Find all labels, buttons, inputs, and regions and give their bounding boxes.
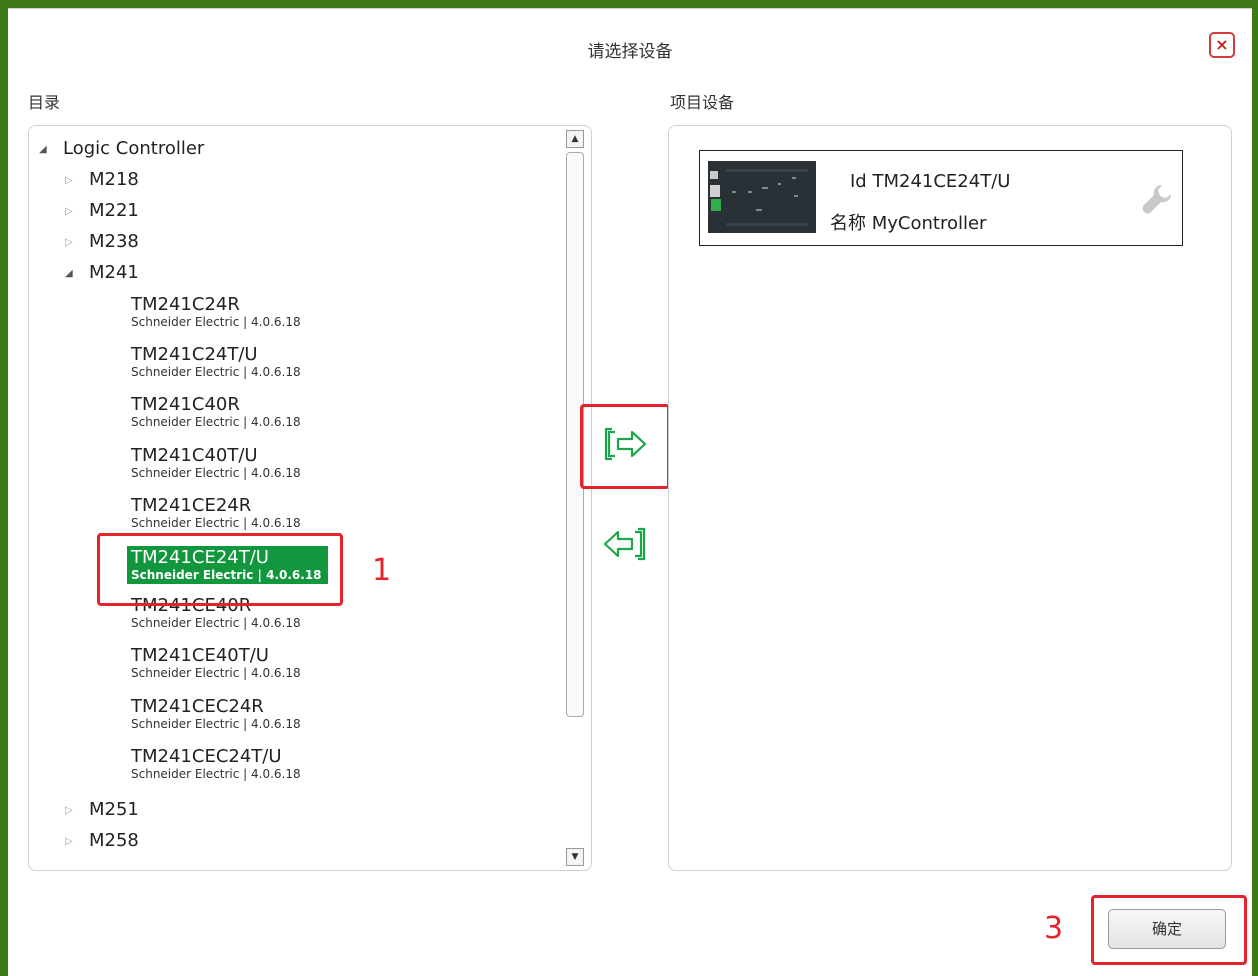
add-device-arrow-icon: [604, 427, 647, 461]
device-item-name: TM241C40T/U: [131, 444, 258, 466]
device-item[interactable]: TM241C24R Schneider Electric | 4.0.6.18: [131, 294, 301, 330]
dialog-title: 请选择设备: [587, 42, 673, 62]
collapsed-triangle-icon[interactable]: ▷: [65, 237, 79, 248]
device-item[interactable]: TM241CEC24T/U Schneider Electric | 4.0.6.…: [131, 745, 301, 781]
device-item-vendor: Schneider Electric | 4.0.6.18: [131, 716, 301, 731]
project-device-card[interactable]: Id TM241CE24T/U 名称 MyController: [699, 150, 1183, 246]
expanded-triangle-icon[interactable]: ◢: [39, 144, 53, 155]
scroll-up-icon[interactable]: ▲: [566, 130, 584, 148]
device-item-name: TM241CE24R: [131, 494, 252, 516]
tree-node-label: M221: [89, 200, 139, 221]
device-item-vendor: Schneider Electric | 4.0.6.18: [131, 315, 301, 329]
device-item-name: TM241CEC24T/U: [131, 745, 282, 767]
device-item-vendor: Schneider Electric | 4.0.6.18: [131, 365, 301, 380]
device-item-name: TM241CE40T/U: [131, 645, 269, 667]
annotation-box-1: [97, 533, 343, 606]
tree-node-m258[interactable]: ▷ M258: [65, 830, 139, 851]
remove-device-arrow-icon: [603, 527, 646, 561]
annotation-number-1: 1: [372, 553, 392, 588]
device-id-value: TM241CE24T/U: [872, 171, 1011, 192]
device-id: Id TM241CE24T/U: [850, 171, 1010, 192]
tree-node-m251[interactable]: ▷ M251: [65, 799, 139, 820]
tree-node-label: M251: [89, 799, 139, 820]
device-item-vendor: Schneider Electric | 4.0.6.18: [131, 465, 301, 480]
collapsed-triangle-icon[interactable]: ▷: [65, 206, 79, 217]
device-item-name: TM241C24R: [131, 294, 240, 315]
wrench-icon[interactable]: [1140, 181, 1176, 217]
device-item-vendor: Schneider Electric | 4.0.6.18: [131, 616, 301, 631]
tree-node-m241[interactable]: ◢ M241: [65, 262, 139, 283]
device-item[interactable]: TM241C40R Schneider Electric | 4.0.6.18: [131, 394, 301, 430]
device-item-vendor: Schneider Electric | 4.0.6.18: [131, 515, 301, 530]
annotation-number-3: 3: [1044, 911, 1064, 946]
collapsed-triangle-icon[interactable]: ▷: [65, 836, 79, 847]
device-item[interactable]: TM241C40T/U Schneider Electric | 4.0.6.18: [131, 444, 301, 480]
catalog-scrollbar[interactable]: ▲ ▼: [565, 130, 585, 866]
device-name-label: 名称: [830, 213, 866, 234]
tree-node-label: M241: [89, 262, 139, 283]
device-id-label: Id: [850, 171, 867, 192]
device-name: 名称 MyController: [830, 209, 986, 235]
add-device-button[interactable]: [600, 423, 650, 465]
device-item[interactable]: TM241CE24R Schneider Electric | 4.0.6.18: [131, 494, 301, 530]
device-item-vendor: Schneider Electric | 4.0.6.18: [131, 666, 301, 681]
expanded-triangle-icon[interactable]: ◢: [65, 268, 79, 279]
ok-button[interactable]: 确定: [1108, 909, 1226, 949]
tree-node-m238[interactable]: ▷ M238: [65, 231, 139, 252]
catalog-tree-panel: ◢ Logic Controller ▷ M218 ▷ M221 ▷ M238 ◢ M241 TM2…: [28, 125, 592, 871]
device-item-name: TM241C24T/U: [131, 344, 258, 366]
collapsed-triangle-icon[interactable]: ▷: [65, 805, 79, 816]
select-device-dialog: 请选择设备 × 目录 项目设备 ◢ Logic Controller ▷ M218 ▷ M…: [8, 8, 1252, 976]
device-item-name: TM241CEC24R: [131, 695, 264, 717]
tree-node-label: M218: [89, 169, 139, 190]
tree-node-m218[interactable]: ▷ M218: [65, 169, 139, 190]
project-devices-panel: Id TM241CE24T/U 名称 MyController: [668, 125, 1232, 871]
device-item-vendor: Schneider Electric | 4.0.6.18: [131, 766, 301, 781]
project-devices-label: 项目设备: [670, 93, 735, 112]
controller-image: [708, 161, 816, 233]
collapsed-triangle-icon[interactable]: ▷: [65, 175, 79, 186]
tree-node-m221[interactable]: ▷ M221: [65, 200, 139, 221]
tree-node-logic-controller[interactable]: ◢ Logic Controller: [39, 138, 204, 159]
tree-node-label: Logic Controller: [63, 138, 205, 159]
close-icon[interactable]: ×: [1209, 32, 1235, 58]
tree-node-label: M238: [89, 231, 139, 252]
device-item[interactable]: TM241CE40T/U Schneider Electric | 4.0.6.1…: [131, 645, 301, 681]
catalog-label: 目录: [28, 93, 61, 112]
remove-device-button[interactable]: [600, 523, 650, 565]
device-name-value: MyController: [871, 213, 987, 234]
scroll-down-icon[interactable]: ▼: [566, 848, 584, 866]
device-item[interactable]: TM241C24T/U Schneider Electric | 4.0.6.18: [131, 344, 301, 380]
device-item-name: TM241C40R: [131, 394, 240, 416]
tree-node-label: M258: [89, 830, 139, 851]
device-item[interactable]: TM241CEC24R Schneider Electric | 4.0.6.18: [131, 695, 301, 731]
device-item-vendor: Schneider Electric | 4.0.6.18: [131, 415, 301, 430]
